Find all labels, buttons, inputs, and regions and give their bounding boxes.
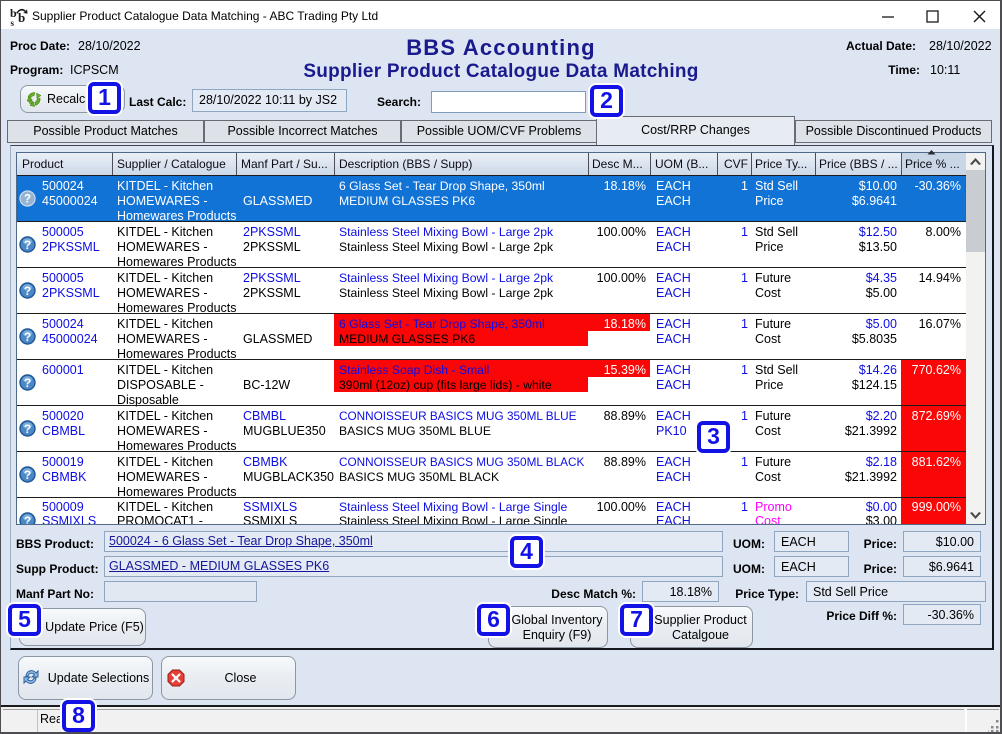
- svg-text:?: ?: [24, 284, 31, 298]
- svg-text:?: ?: [24, 238, 31, 252]
- svg-text:b: b: [18, 10, 25, 25]
- svg-text:?: ?: [24, 468, 31, 482]
- svg-text:s: s: [11, 18, 15, 27]
- svg-text:?: ?: [24, 376, 31, 390]
- svg-text:?: ?: [24, 194, 31, 206]
- svg-text:?: ?: [24, 330, 31, 344]
- svg-text:?: ?: [24, 422, 31, 436]
